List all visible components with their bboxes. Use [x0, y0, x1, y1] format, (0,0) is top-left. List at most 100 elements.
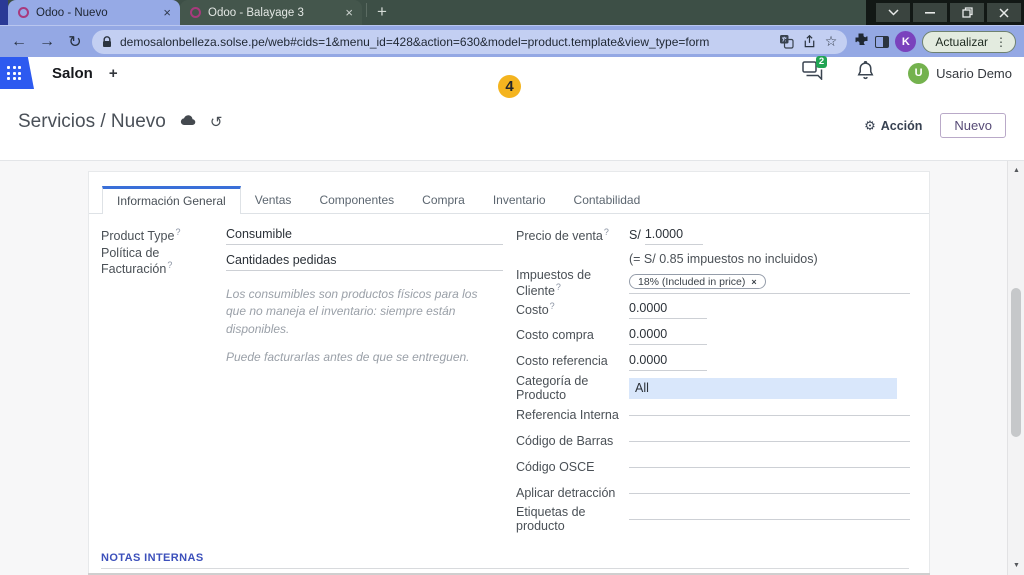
help-marker: ?: [603, 226, 609, 237]
tab-componentes[interactable]: Componentes: [305, 186, 408, 213]
user-menu[interactable]: U Usario Demo: [908, 62, 1012, 84]
apps-menu-icon[interactable]: [0, 57, 34, 89]
browser-menu-icon[interactable]: ⋮: [995, 35, 1007, 49]
help-marker: ?: [167, 259, 173, 270]
section-divider: [101, 568, 909, 569]
field-label: Costo referencia: [516, 354, 608, 368]
browser-titlebar: Odoo - Nuevo × Odoo - Balayage 3 × +: [0, 0, 1024, 25]
invoice-policy-input[interactable]: Cantidades pedidas: [226, 251, 503, 271]
field-cost-purchase: Costo compra 0.0000: [516, 322, 910, 348]
internal-notes-section-title: NOTAS INTERNAS: [101, 552, 204, 564]
tab-contabilidad[interactable]: Contabilidad: [560, 186, 655, 213]
product-tags-input[interactable]: [629, 518, 910, 520]
breadcrumb[interactable]: Servicios / Nuevo: [18, 111, 166, 133]
barcode-input[interactable]: [629, 440, 910, 442]
side-panel-icon[interactable]: [875, 35, 890, 48]
odoo-favicon-icon: [190, 7, 201, 18]
price-tax-note: (= S/ 0.85 impuestos no incluidos): [629, 252, 818, 266]
price-tax-note-row: (= S/ 0.85 impuestos no incluidos): [516, 248, 910, 270]
browser-toolbar: ← → ↻ demosalonbelleza.solse.pe/web#cids…: [0, 25, 1024, 57]
url-bar[interactable]: demosalonbelleza.solse.pe/web#cids=1&men…: [92, 29, 848, 54]
tab-separator: [366, 3, 367, 17]
update-label: Actualizar: [935, 34, 988, 49]
product-category-input[interactable]: All: [629, 377, 897, 399]
cost-reference-input[interactable]: 0.0000: [629, 351, 707, 371]
tab-compra[interactable]: Compra: [408, 186, 479, 213]
tab-close-icon[interactable]: ×: [163, 6, 171, 19]
detraction-input[interactable]: [629, 492, 910, 494]
scroll-down-icon[interactable]: ▼: [1008, 562, 1024, 569]
tab-inventario[interactable]: Inventario: [479, 186, 560, 213]
navbar-systray: 2 U Usario Demo: [802, 56, 1024, 85]
app-name[interactable]: Salon: [52, 65, 93, 82]
currency-prefix: S/: [629, 228, 641, 242]
new-tab-button[interactable]: +: [371, 2, 393, 22]
field-label: Código OSCE: [516, 460, 595, 474]
window-minimize-button[interactable]: [913, 3, 947, 22]
back-icon[interactable]: ←: [8, 33, 30, 51]
field-sale-price: Precio de venta? S/ 1.0000: [516, 222, 910, 248]
user-name: Usario Demo: [936, 65, 1012, 81]
tax-tag[interactable]: 18% (Included in price) ×: [629, 274, 766, 289]
browser-update-button[interactable]: Actualizar ⋮: [922, 30, 1016, 53]
field-cost: Costo? 0.0000: [516, 296, 910, 322]
tab-informacion-general[interactable]: Información General: [102, 186, 241, 214]
internal-reference-input[interactable]: [629, 414, 910, 416]
browser-tab-active[interactable]: Odoo - Nuevo ×: [8, 0, 180, 25]
window-restore-button[interactable]: [950, 3, 984, 22]
tax-tag-label: 18% (Included in price): [638, 275, 746, 288]
messages-icon[interactable]: 2: [802, 56, 828, 85]
app-add-icon[interactable]: +: [109, 65, 118, 82]
window-menu-button[interactable]: [876, 3, 910, 22]
field-label: Categoría de Producto: [516, 374, 589, 402]
tax-remove-icon[interactable]: ×: [751, 277, 756, 287]
browser-profile-avatar[interactable]: K: [895, 31, 917, 52]
tab-ventas[interactable]: Ventas: [241, 186, 306, 213]
new-button[interactable]: Nuevo: [940, 113, 1006, 138]
osce-code-input[interactable]: [629, 466, 910, 468]
url-text: demosalonbelleza.solse.pe/web#cids=1&men…: [120, 34, 710, 49]
cost-input[interactable]: 0.0000: [629, 299, 707, 319]
field-invoice-policy: Política de Facturación? Cantidades pedi…: [101, 245, 503, 277]
window-controls: [866, 0, 1024, 25]
scroll-up-icon[interactable]: ▲: [1008, 167, 1024, 174]
tab-title: Odoo - Nuevo: [36, 6, 108, 19]
vertical-scrollbar[interactable]: ▲ ▼: [1007, 161, 1024, 575]
field-product-tags: Etiquetas de producto: [516, 505, 910, 533]
notebook-tabs: Información General Ventas Componentes C…: [89, 186, 929, 214]
notifications-bell-icon[interactable]: [857, 60, 874, 85]
tab-close-icon[interactable]: ×: [345, 6, 353, 19]
reload-icon[interactable]: ↻: [64, 32, 86, 52]
field-detraction: Aplicar detracción: [516, 480, 910, 506]
translate-icon[interactable]: [779, 34, 794, 49]
field-label: Código de Barras: [516, 434, 614, 448]
field-label: Impuestos de Cliente?: [516, 267, 592, 299]
form-sheet: Información General Ventas Componentes C…: [88, 171, 930, 575]
gear-icon: ⚙: [864, 117, 876, 133]
product-type-input[interactable]: Consumible: [226, 225, 503, 245]
field-label: Etiquetas de producto: [516, 505, 586, 533]
cost-purchase-input[interactable]: 0.0000: [629, 325, 707, 345]
save-cloud-icon[interactable]: [180, 113, 196, 131]
sale-price-input[interactable]: 1.0000: [644, 225, 703, 245]
field-internal-reference: Referencia Interna: [516, 402, 910, 428]
extensions-puzzle-icon[interactable]: [853, 31, 869, 52]
field-product-category: Categoría de Producto All: [516, 374, 910, 402]
share-icon[interactable]: [802, 34, 817, 49]
browser-tab-inactive[interactable]: Odoo - Balayage 3 ×: [180, 0, 362, 25]
forward-icon[interactable]: →: [36, 33, 58, 51]
action-menu[interactable]: ⚙ Acción: [864, 118, 922, 134]
field-label: Precio de venta?: [516, 226, 609, 244]
form-column-left: Product Type? Consumible Política de Fac…: [101, 222, 503, 367]
window-corner-strip: [0, 0, 8, 25]
field-label: Política de Facturación?: [101, 245, 173, 277]
field-product-type: Product Type? Consumible: [101, 222, 503, 248]
scrollbar-thumb[interactable]: [1011, 288, 1021, 437]
bookmark-star-icon[interactable]: ☆: [825, 33, 838, 50]
field-label: Aplicar detracción: [516, 486, 616, 500]
discard-undo-icon[interactable]: ↺: [210, 113, 223, 131]
odoo-favicon-icon: [18, 7, 29, 18]
customer-taxes-input[interactable]: 18% (Included in price) ×: [629, 272, 910, 294]
annotation-badge-4: 4: [498, 75, 521, 98]
window-close-button[interactable]: [987, 3, 1021, 22]
